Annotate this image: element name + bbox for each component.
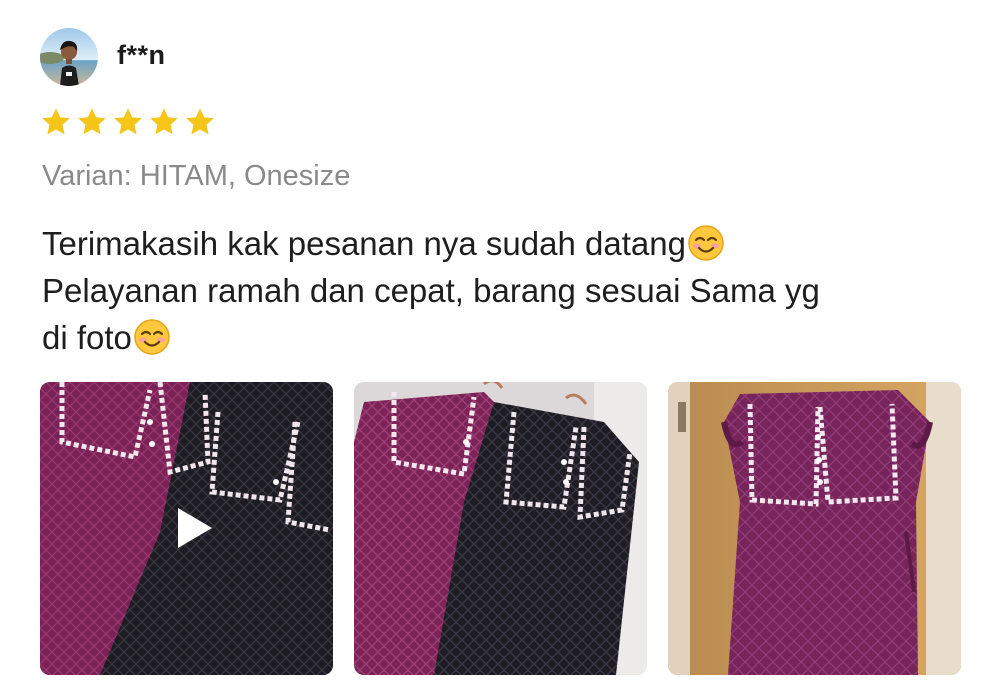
avatar[interactable] — [40, 28, 98, 86]
reviewer-name: f**n — [117, 40, 166, 70]
review-card: f**n Varian: HITAM, Onesize Terimakasih … — [0, 0, 1000, 695]
review-body: Terimakasih kak pesanan nya sudah datang… — [42, 220, 972, 361]
review-line: Pelayanan ramah dan cepat, barang sesuai… — [42, 272, 820, 309]
dress-photo-image — [668, 382, 961, 675]
review-text-1: Terimakasih kak pesanan nya sudah datang — [42, 225, 686, 262]
photo-thumbnail[interactable] — [668, 382, 961, 675]
media-gallery — [40, 382, 961, 675]
play-icon[interactable] — [168, 503, 218, 553]
smiling-face-emoji-icon — [688, 225, 724, 261]
star-icon — [114, 108, 142, 135]
star-icon — [186, 108, 214, 135]
smiling-face-emoji-icon — [134, 319, 170, 355]
star-icon — [42, 108, 70, 135]
star-icon — [150, 108, 178, 135]
variant-label: Varian: HITAM, Onesize — [42, 160, 351, 192]
avatar-image — [40, 28, 98, 86]
star-rating — [40, 106, 216, 138]
review-line: Terimakasih kak pesanan nya sudah datang — [42, 220, 972, 267]
star-icon — [78, 108, 106, 135]
photo-thumbnail[interactable] — [354, 382, 647, 675]
review-text-3: di foto — [42, 319, 132, 356]
dress-photo-image — [354, 382, 647, 675]
video-thumbnail[interactable] — [40, 382, 333, 675]
review-line: di foto — [42, 314, 972, 361]
